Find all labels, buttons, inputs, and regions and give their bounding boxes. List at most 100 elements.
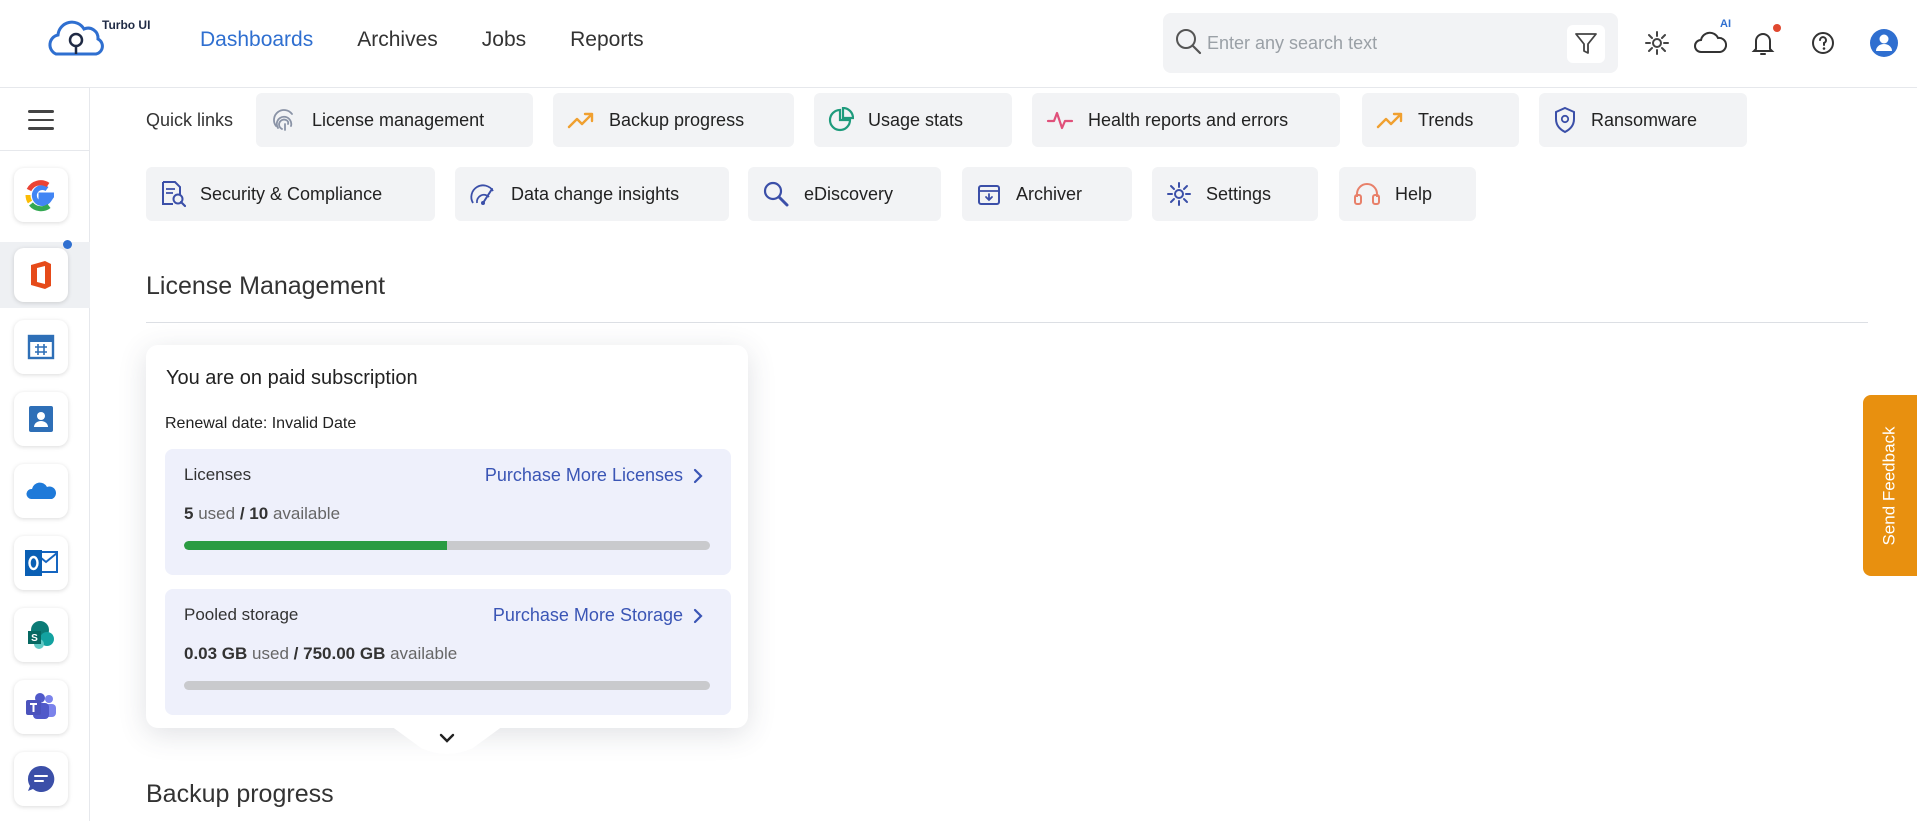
quick-link-label: Ransomware (1591, 109, 1698, 130)
chevron-right-icon (693, 608, 703, 623)
licenses-used-value: 5 (184, 504, 194, 523)
sidebar-app-sharepoint[interactable]: S (14, 608, 68, 662)
quick-link-license-management[interactable]: License management (256, 93, 533, 147)
radar-icon (470, 184, 494, 205)
filter-button[interactable] (1567, 25, 1605, 63)
quick-link-label: License management (312, 109, 485, 130)
licenses-used-word: used (198, 504, 236, 523)
bell-icon (1751, 33, 1775, 55)
help-icon (1812, 32, 1834, 54)
office-icon (31, 261, 51, 289)
quick-link-data-change-insights[interactable]: Data change insights (455, 167, 729, 221)
contacts-icon (29, 406, 53, 432)
help-button[interactable] (1806, 26, 1840, 60)
search-input[interactable] (1207, 23, 1547, 63)
headset-icon (1354, 183, 1380, 205)
quick-link-health-reports[interactable]: Health reports and errors (1032, 93, 1340, 147)
sidebar-app-outlook[interactable] (14, 536, 68, 590)
quick-link-label: Trends (1418, 109, 1474, 130)
quick-link-label: Data change insights (511, 183, 680, 204)
trend-up-icon (567, 112, 594, 129)
storage-used-word: used (252, 644, 289, 663)
nav-jobs[interactable]: Jobs (482, 28, 526, 52)
user-menu-button[interactable] (1867, 26, 1901, 60)
storage-separator: / (293, 644, 299, 663)
office-notification-dot (63, 240, 72, 249)
quick-link-label: Health reports and errors (1088, 109, 1289, 130)
notification-dot (1773, 24, 1781, 32)
filter-icon (1575, 33, 1597, 54)
svg-text:S: S (31, 633, 38, 644)
nav-archives[interactable]: Archives (357, 28, 438, 52)
teams-icon (26, 693, 56, 719)
expand-card-tab[interactable] (391, 726, 503, 756)
settings-button[interactable] (1640, 26, 1674, 60)
ai-cloud-button[interactable] (1693, 26, 1727, 60)
pie-chart-icon (828, 107, 854, 132)
quick-link-security-compliance[interactable]: Security & Compliance (146, 167, 435, 221)
storage-panel: Pooled storage Purchase More Storage 0.0… (165, 589, 731, 715)
quick-link-label: Backup progress (609, 109, 745, 130)
archive-box-icon (978, 185, 1000, 205)
quick-link-label: Help (1395, 183, 1433, 204)
renewal-date: Renewal date: Invalid Date (165, 415, 357, 432)
menu-toggle-icon[interactable] (28, 110, 54, 132)
quick-link-label: Usage stats (868, 109, 964, 130)
section-divider (146, 322, 1868, 323)
quick-link-label: eDiscovery (804, 183, 894, 204)
storage-total-value: 750.00 GB (303, 644, 386, 663)
sidebar-app-chat[interactable] (14, 752, 68, 806)
quick-link-label: Security & Compliance (200, 183, 383, 204)
backup-progress-heading: Backup progress (146, 780, 334, 808)
quick-link-ediscovery[interactable]: eDiscovery (748, 167, 941, 221)
quick-link-ransomware[interactable]: Ransomware (1539, 93, 1747, 147)
heartbeat-icon (1046, 111, 1074, 130)
magnifier-icon (763, 181, 789, 207)
quick-link-archiver[interactable]: Archiver (962, 167, 1132, 221)
licenses-separator: / (239, 504, 245, 523)
storage-progress-bar (184, 681, 710, 690)
purchase-licenses-link[interactable]: Purchase More Licenses (485, 465, 703, 486)
storage-available-word: available (390, 644, 458, 663)
search-icon (1176, 29, 1202, 55)
licenses-progress-fill (184, 541, 447, 550)
sidebar-app-google[interactable] (14, 168, 68, 222)
gear-icon (1645, 31, 1669, 55)
shield-icon (1555, 106, 1575, 134)
main-nav: Dashboards Archives Jobs Reports (200, 28, 644, 52)
storage-title: Pooled storage (184, 605, 299, 624)
calendar-icon (27, 334, 55, 360)
quick-links-label: Quick links (146, 110, 234, 130)
app-sidebar: S (0, 88, 90, 821)
ai-badge: AI (1720, 18, 1731, 30)
licenses-usage: 5 used / 10 available (184, 504, 340, 524)
quick-link-trends[interactable]: Trends (1362, 93, 1519, 147)
storage-usage: 0.03 GB used / 750.00 GB available (184, 644, 457, 664)
quick-link-help[interactable]: Help (1339, 167, 1476, 221)
sidebar-app-teams[interactable] (14, 680, 68, 734)
licenses-title: Licenses (184, 465, 252, 484)
search-box (1163, 13, 1618, 73)
subscription-card: You are on paid subscription Renewal dat… (146, 345, 748, 728)
purchase-storage-link[interactable]: Purchase More Storage (493, 605, 703, 626)
sidebar-app-onedrive[interactable] (14, 464, 68, 518)
avatar-icon (1870, 29, 1898, 57)
chat-icon (27, 765, 55, 792)
quick-link-backup-progress[interactable]: Backup progress (553, 93, 794, 147)
quick-link-usage-stats[interactable]: Usage stats (814, 93, 1012, 147)
sidebar-app-contacts[interactable] (14, 392, 68, 446)
nav-dashboards[interactable]: Dashboards (200, 28, 313, 52)
gear-icon (1167, 182, 1191, 206)
quick-link-settings[interactable]: Settings (1152, 167, 1318, 221)
send-feedback-tab[interactable]: Send Feedback (1863, 395, 1917, 576)
cloud-icon (1694, 31, 1727, 53)
onedrive-icon (26, 482, 56, 499)
subscription-title: You are on paid subscription (166, 367, 418, 389)
sidebar-app-calendar[interactable] (14, 320, 68, 374)
nav-reports[interactable]: Reports (570, 28, 644, 52)
trend-up-icon (1376, 112, 1403, 129)
quick-link-label: Settings (1206, 183, 1272, 204)
licenses-progress-bar (184, 541, 710, 550)
sidebar-app-office365[interactable] (14, 248, 68, 302)
licenses-available-word: available (272, 504, 341, 523)
